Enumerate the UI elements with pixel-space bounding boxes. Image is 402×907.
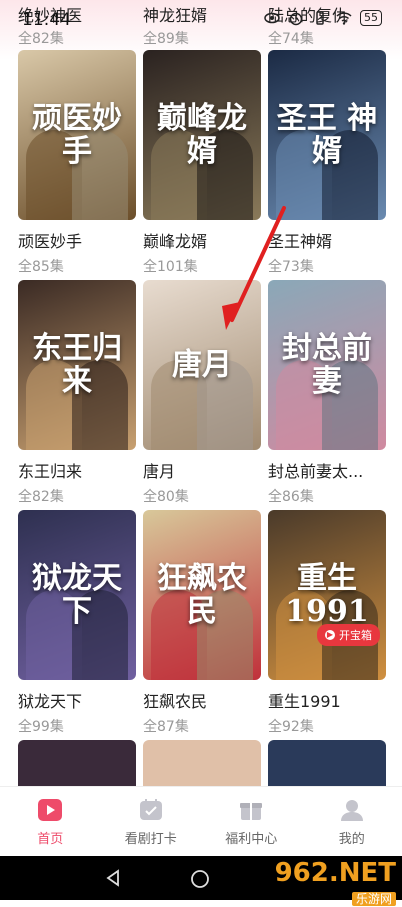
drama-card[interactable]: 东王归来东王归来全82集 xyxy=(18,280,136,506)
drama-card[interactable]: 封总前妻封总前妻太... 全86集 xyxy=(268,280,386,506)
episode-count: 全92集 xyxy=(268,716,386,736)
episode-count: 全87集 xyxy=(143,716,261,736)
poster-caption: 巅峰龙婿 xyxy=(143,102,261,168)
drama-title: 绝妙神医 xyxy=(18,2,136,26)
drama-poster[interactable]: 圣王 神婿 xyxy=(268,50,386,220)
drama-poster[interactable] xyxy=(268,740,386,786)
tab-label: 首页 xyxy=(37,828,63,847)
tab-label: 我的 xyxy=(339,828,365,847)
drama-card[interactable]: 唐月唐月全80集 xyxy=(143,280,261,506)
home-icon[interactable] xyxy=(190,869,210,889)
app-page: 11:44 55 绝妙神医 全82集 神龙狂婿 全89集 陆总的复仇 全74集 … xyxy=(0,0,402,900)
drama-card[interactable]: 重生1991▶开宝箱重生1991全92集 xyxy=(268,510,386,736)
badge-label: 开宝箱 xyxy=(339,627,372,643)
drama-title: 陆总的复仇 xyxy=(268,2,386,26)
drama-title: 狱龙天下 xyxy=(18,688,136,712)
tab-checkin[interactable]: 看剧打卡 xyxy=(101,787,202,857)
drama-title: 顽医妙手 xyxy=(18,228,136,252)
drama-title: 神龙狂婿 xyxy=(143,2,261,26)
episode-count: 全73集 xyxy=(268,256,386,276)
gift-icon xyxy=(238,798,264,822)
drama-title: 东王归来 xyxy=(18,458,136,482)
episode-count: 全74集 xyxy=(268,28,386,48)
drama-poster[interactable]: 重生1991 ▶ 开宝箱 xyxy=(268,510,386,680)
episode-count: 全86集 xyxy=(268,486,386,506)
drama-title: 狂飙农民 xyxy=(143,688,261,712)
drama-title: 巅峰龙婿 xyxy=(143,228,261,252)
poster-caption: 封总前妻 xyxy=(268,332,386,398)
tab-me[interactable]: 我的 xyxy=(302,787,402,857)
drama-card[interactable]: 神龙狂婿 全89集 xyxy=(143,2,261,48)
poster-caption: 重生1991 xyxy=(268,562,386,628)
drama-poster[interactable]: 唐月 xyxy=(143,280,261,450)
back-icon[interactable] xyxy=(104,869,122,887)
poster-caption: 东王归来 xyxy=(18,332,136,398)
drama-poster[interactable]: 狱龙天下 xyxy=(18,510,136,680)
drama-card[interactable]: 狂飙农民狂飙农民全87集 xyxy=(143,510,261,736)
top-row: 绝妙神医 全82集 神龙狂婿 全89集 陆总的复仇 全74集 xyxy=(0,0,402,48)
tab-label: 福利中心 xyxy=(225,828,277,847)
user-icon xyxy=(339,798,365,822)
drama-poster[interactable]: 封总前妻 xyxy=(268,280,386,450)
episode-count: 全85集 xyxy=(18,256,136,276)
play-icon xyxy=(37,798,63,822)
poster-caption: 狂飙农民 xyxy=(143,562,261,628)
drama-title: 封总前妻太... xyxy=(268,458,386,482)
drama-poster[interactable]: 巅峰龙婿 xyxy=(143,50,261,220)
episode-count: 全82集 xyxy=(18,28,136,48)
episode-count: 全82集 xyxy=(18,486,136,506)
drama-card[interactable]: 狱龙天下狱龙天下全99集 xyxy=(18,510,136,736)
tab-home[interactable]: 首页 xyxy=(0,787,101,857)
poster-caption: 圣王 神婿 xyxy=(268,102,386,168)
drama-card[interactable]: 顽医妙手顽医妙手全85集 xyxy=(18,50,136,276)
treasure-box-button[interactable]: ▶ 开宝箱 xyxy=(317,624,380,646)
drama-poster[interactable]: 东王归来 xyxy=(18,280,136,450)
drama-card[interactable]: 绝妙神医 全82集 xyxy=(18,2,136,48)
drama-poster[interactable]: 顽医妙手 xyxy=(18,50,136,220)
poster-caption: 狱龙天下 xyxy=(18,562,136,628)
poster-caption: 唐月 xyxy=(143,349,261,382)
drama-poster[interactable]: 狂飙农民 xyxy=(143,510,261,680)
drama-poster[interactable] xyxy=(143,740,261,786)
drama-card[interactable]: 陆总的复仇 全74集 xyxy=(268,2,386,48)
watermark-main: 962.NET xyxy=(275,858,396,888)
calendar-check-icon xyxy=(138,798,164,822)
episode-count: 全89集 xyxy=(143,28,261,48)
play-icon: ▶ xyxy=(325,630,335,640)
watermark-sub: 乐游网 xyxy=(352,892,396,906)
tab-rewards[interactable]: 福利中心 xyxy=(201,787,302,857)
bottom-tab-bar: 首页 看剧打卡 福利中心 我的 xyxy=(0,786,402,857)
drama-card[interactable]: 巅峰龙婿巅峰龙婿全101集 xyxy=(143,50,261,276)
episode-count: 全99集 xyxy=(18,716,136,736)
drama-poster[interactable] xyxy=(18,740,136,786)
tab-label: 看剧打卡 xyxy=(125,828,177,847)
episode-count: 全80集 xyxy=(143,486,261,506)
episode-count: 全101集 xyxy=(143,256,261,276)
drama-card[interactable]: 圣王 神婿圣王神婿全73集 xyxy=(268,50,386,276)
drama-title: 圣王神婿 xyxy=(268,228,386,252)
drama-title: 唐月 xyxy=(143,458,261,482)
poster-caption: 顽医妙手 xyxy=(18,102,136,168)
drama-title: 重生1991 xyxy=(268,688,386,712)
